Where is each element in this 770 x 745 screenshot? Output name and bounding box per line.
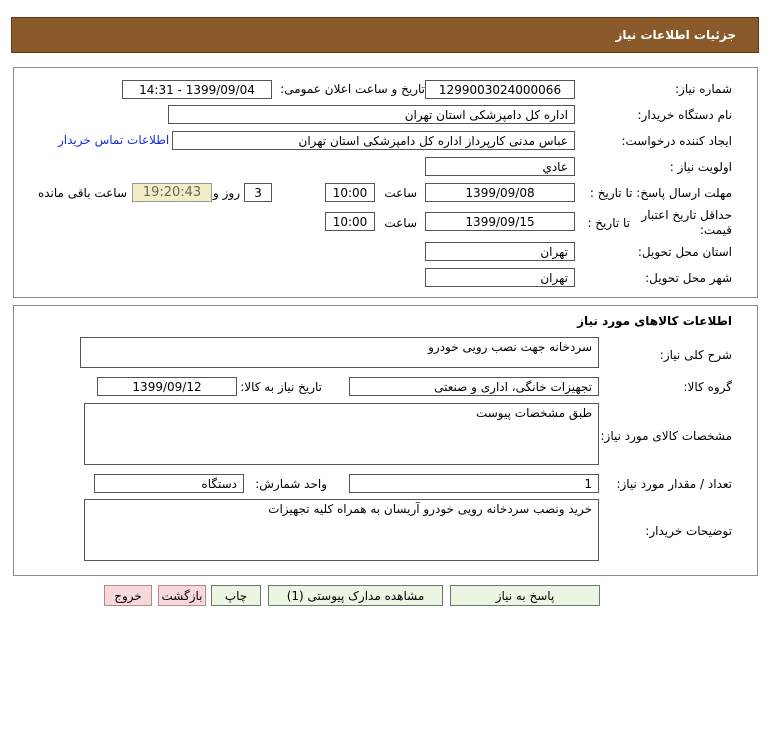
validity-label-text: حداقل تاریخ اعتبار قیمت:: [641, 208, 732, 237]
requester-field: عباس مدنی کارپرداز اداره کل دامپزشکی است…: [172, 131, 575, 150]
days-label: روز و: [213, 186, 240, 200]
unit-label: واحد شمارش:: [255, 477, 327, 491]
province-field: تهران: [425, 242, 575, 261]
priority-label: اولویت نیاز :: [669, 160, 732, 174]
city-label: شهر محل تحویل:: [645, 271, 732, 285]
reply-deadline-label: مهلت ارسال پاسخ: تا تاریخ :: [589, 186, 732, 200]
reply-button[interactable]: پاسخ به نیاز: [450, 585, 600, 606]
unit-field: دستگاه: [94, 474, 244, 493]
days-remaining-field: 3: [244, 183, 272, 202]
print-button[interactable]: چاپ: [211, 585, 261, 606]
validity-label: حداقل تاریخ اعتبار قیمت:: [637, 208, 732, 238]
need-number-field: 1299003024000066: [425, 80, 575, 99]
buyer-notes-field: خرید ونصب سردخانه رویی خودرو آریسان به ه…: [84, 499, 599, 561]
buyer-org-label: نام دستگاه خریدار:: [637, 108, 733, 122]
validity-time-field: 10:00: [325, 212, 375, 231]
exit-button[interactable]: خروج: [104, 585, 152, 606]
buyer-org-field: اداره کل دامپزشکی استان تهران: [168, 105, 575, 124]
page-title: جزئیات اطلاعات نیاز: [615, 28, 736, 42]
quantity-label: تعداد / مقدار مورد نیاز:: [616, 477, 732, 491]
remaining-time-label: ساعت باقی مانده: [37, 186, 127, 200]
requester-label: ایجاد کننده درخواست:: [621, 134, 732, 148]
reply-date-field: 1399/09/08: [425, 183, 575, 202]
need-date-field: 1399/09/12: [97, 377, 237, 396]
description-label: شرح کلی نیاز:: [659, 348, 732, 362]
goods-section-title: اطلاعات کالاهای مورد نیاز: [577, 314, 732, 328]
specs-label: مشخصات کالای مورد نیاز:: [600, 429, 732, 443]
need-info-panel: [13, 67, 758, 298]
description-field: سردخانه جهت نصب رویی خودرو: [80, 337, 599, 368]
need-number-label: شماره نیاز:: [675, 82, 732, 96]
validity-date-field: 1399/09/15: [425, 212, 575, 231]
goods-group-field: تجهیزات خانگی، اداری و صنعتی: [349, 377, 599, 396]
specs-field: طبق مشخصات پیوست: [84, 403, 599, 465]
page-header: جزئیات اطلاعات نیاز: [11, 17, 759, 53]
back-button[interactable]: بازگشت: [158, 585, 206, 606]
goods-group-label: گروه کالا:: [683, 380, 733, 394]
quantity-field: 1: [349, 474, 599, 493]
buyer-notes-label: توضیحات خریدار:: [645, 524, 732, 538]
validity-time-label: ساعت: [384, 216, 417, 230]
priority-field: عادي: [425, 157, 575, 176]
buyer-contact-link[interactable]: اطلاعات تماس خریدار: [58, 133, 169, 147]
validity-date-label: تا تاریخ :: [587, 216, 630, 230]
reply-time-label: ساعت: [384, 186, 417, 200]
province-label: استان محل تحویل:: [637, 245, 732, 259]
announce-label: تاریخ و ساعت اعلان عمومی:: [280, 82, 425, 96]
reply-time-field: 10:00: [325, 183, 375, 202]
announce-field: 1399/09/04 - 14:31: [122, 80, 272, 99]
remaining-time-field: 19:20:43: [132, 183, 212, 202]
need-date-label: تاریخ نیاز به کالا:: [240, 380, 322, 394]
view-attachments-button[interactable]: مشاهده مدارک پیوستی (1): [268, 585, 443, 606]
city-field: تهران: [425, 268, 575, 287]
